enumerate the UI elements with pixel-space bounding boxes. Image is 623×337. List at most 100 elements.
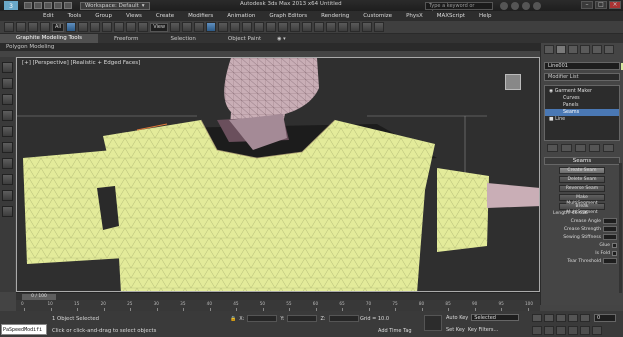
schematic-view-icon[interactable] <box>326 22 337 32</box>
configure-sets-icon[interactable] <box>603 144 614 152</box>
selection-filter-dropdown[interactable]: All <box>52 22 65 32</box>
ribbon-panel-polygon-modeling[interactable]: Polygon Modeling <box>0 43 540 51</box>
search-input[interactable]: Type a keyword or phrase <box>425 1 493 16</box>
window-crossing-icon[interactable] <box>102 22 113 32</box>
render-production-icon[interactable] <box>374 22 385 32</box>
unlink-icon[interactable] <box>40 22 50 32</box>
maximize-button[interactable]: □ <box>595 1 607 9</box>
select-by-name-icon[interactable] <box>78 22 89 32</box>
zoom-extents-all-icon[interactable] <box>568 326 578 335</box>
zoom-icon[interactable] <box>2 94 13 105</box>
reference-coord-dropdown[interactable]: View <box>150 22 169 32</box>
search-icon[interactable] <box>500 1 508 10</box>
minimize-button[interactable]: – <box>581 1 593 9</box>
next-frame-icon[interactable] <box>568 314 578 322</box>
align-icon[interactable] <box>278 22 289 32</box>
tab-freeform[interactable]: Freeform <box>98 36 155 42</box>
redo-toolbar-icon[interactable] <box>16 22 26 32</box>
mirror-icon[interactable] <box>266 22 277 32</box>
pan-icon[interactable] <box>2 78 13 89</box>
snaps-toggle-icon[interactable] <box>206 22 217 32</box>
lock-selection-icon[interactable]: 🔒 <box>230 316 236 322</box>
go-to-end-icon[interactable] <box>580 314 590 322</box>
set-key-button[interactable]: Set Key <box>446 327 465 333</box>
graphite-toggle-icon[interactable] <box>302 22 313 32</box>
play-icon[interactable] <box>556 314 566 322</box>
y-coordinate-field[interactable] <box>287 315 318 322</box>
make-multisegment-button[interactable]: Make MultiSegment <box>559 194 605 206</box>
key-filter-dropdown[interactable]: Selected <box>471 314 520 321</box>
selection-region-icon[interactable] <box>90 22 101 32</box>
named-selection-icon[interactable] <box>254 22 265 32</box>
viewport-layout-icon[interactable] <box>2 190 13 201</box>
tab-object-paint[interactable]: Object Paint <box>212 36 277 42</box>
remove-modifier-icon[interactable] <box>589 144 600 152</box>
undo-icon[interactable] <box>54 2 62 9</box>
favorites-icon[interactable] <box>522 1 530 10</box>
viewport-label[interactable]: [+] [Perspective] [Realistic + Edged Fac… <box>22 60 140 66</box>
time-slider[interactable]: 0 / 100 <box>16 292 540 300</box>
stack-item-line[interactable]: ■ Line <box>545 116 619 123</box>
zoom-extents-nav-icon[interactable] <box>556 326 566 335</box>
track-bar[interactable]: 0 10 15 20 25 30 35 40 45 50 55 60 65 70 75 80 85 90 95 100 <box>16 300 540 311</box>
close-button[interactable]: × <box>609 1 621 9</box>
menu-group[interactable]: Group <box>88 13 119 19</box>
zoom-nav-icon[interactable] <box>532 326 542 335</box>
shading-icon[interactable] <box>2 206 13 217</box>
menu-graph-editors[interactable]: Graph Editors <box>262 13 314 19</box>
tear-threshold-spinner[interactable]: Tear Threshold <box>541 257 623 265</box>
modifier-list-dropdown[interactable]: Modifier List <box>544 73 620 81</box>
stack-item-garment-maker[interactable]: ◉ Garment Maker <box>545 88 619 95</box>
motion-tab-icon[interactable] <box>580 45 590 54</box>
viewcube-icon[interactable] <box>505 74 521 90</box>
rendered-frame-icon[interactable] <box>362 22 373 32</box>
x-coordinate-field[interactable] <box>247 315 278 322</box>
object-name-field[interactable]: Line001 <box>544 62 623 70</box>
crease-strength-spinner[interactable]: Crease Strength <box>541 225 623 233</box>
display-tab-icon[interactable] <box>592 45 602 54</box>
ribbon-options-icon[interactable]: ◉ ▾ <box>277 36 285 42</box>
command-panel-scrollbar[interactable] <box>619 163 622 293</box>
menu-rendering[interactable]: Rendering <box>314 13 356 19</box>
glue-checkbox[interactable]: Glue <box>541 241 623 249</box>
angle-snap-icon[interactable] <box>218 22 229 32</box>
link-icon[interactable] <box>28 22 38 32</box>
previous-frame-icon[interactable] <box>544 314 554 322</box>
maximize-toggle-icon[interactable] <box>592 326 602 335</box>
pivot-icon[interactable] <box>170 22 181 32</box>
region-zoom-icon[interactable] <box>2 174 13 185</box>
stack-item-panels[interactable]: Panels <box>545 102 619 109</box>
render-setup-icon[interactable] <box>350 22 361 32</box>
open-file-icon[interactable] <box>34 2 42 9</box>
z-coordinate-field[interactable] <box>328 315 359 322</box>
field-of-view-nav-icon[interactable] <box>580 326 590 335</box>
modify-tab-icon[interactable] <box>556 45 566 54</box>
field-of-view-icon[interactable] <box>2 110 13 121</box>
keyboard-shortcut-icon[interactable] <box>194 22 205 32</box>
seams-rollout-header[interactable]: Seams <box>544 157 620 165</box>
stack-item-seams[interactable]: Seams <box>545 109 619 116</box>
menu-create[interactable]: Create <box>149 13 181 19</box>
tab-selection[interactable]: Selection <box>155 36 212 42</box>
menu-customize[interactable]: Customize <box>356 13 399 19</box>
communication-center-icon[interactable] <box>511 1 519 10</box>
orbit-icon[interactable] <box>2 62 13 73</box>
pin-stack-icon[interactable] <box>547 144 558 152</box>
menu-views[interactable]: Views <box>119 13 149 19</box>
layer-manager-icon[interactable] <box>290 22 301 32</box>
redo-icon[interactable] <box>64 2 72 9</box>
maximize-viewport-icon[interactable] <box>2 142 13 153</box>
tab-graphite-modeling-tools[interactable]: Graphite Modeling Tools <box>0 34 99 43</box>
go-to-start-icon[interactable] <box>532 314 542 322</box>
menu-physx[interactable]: PhysX <box>399 13 430 19</box>
show-end-result-icon[interactable] <box>561 144 572 152</box>
rotate-icon[interactable] <box>126 22 137 32</box>
key-filters-button[interactable]: Key Filters... <box>468 327 498 333</box>
help-icon[interactable] <box>533 1 541 10</box>
walkthrough-icon[interactable] <box>2 158 13 169</box>
hierarchy-tab-icon[interactable] <box>568 45 578 54</box>
menu-modifiers[interactable]: Modifiers <box>181 13 220 19</box>
stack-item-curves[interactable]: Curves <box>545 95 619 102</box>
maxscript-listener-field[interactable]: PaSpeedModifi <box>1 324 47 335</box>
current-frame-field[interactable]: 0 <box>594 314 616 322</box>
